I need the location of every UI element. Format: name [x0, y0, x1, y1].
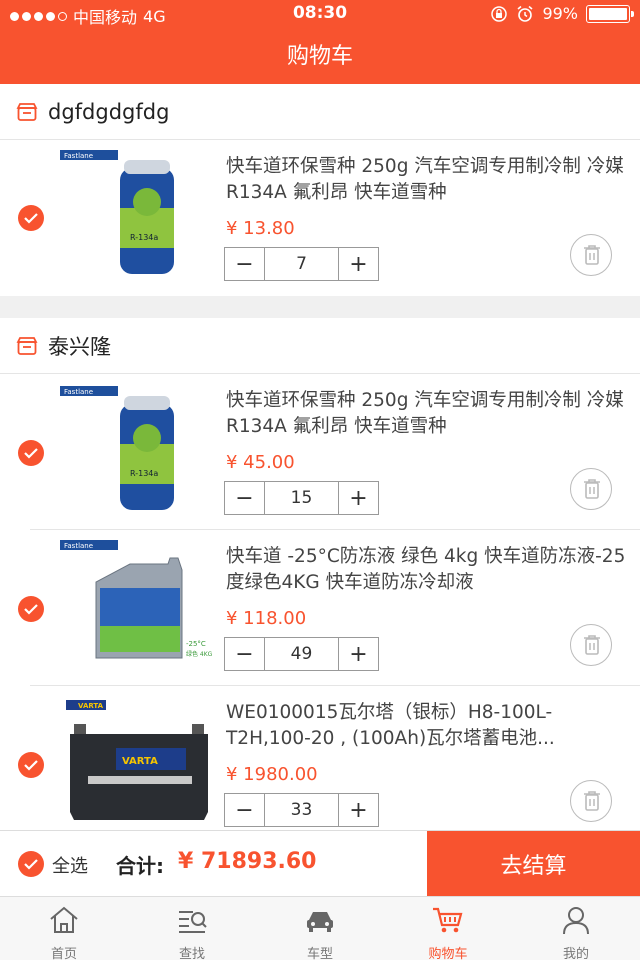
- product-price: ¥ 45.00: [226, 452, 295, 473]
- product-title[interactable]: 快车道环保雪种 250g 汽车空调专用制冷制 冷媒 R134A 氟利昂 快车道雪…: [226, 154, 626, 206]
- product-price: ¥ 118.00: [226, 608, 307, 629]
- brand-logo-text: VARTA: [78, 702, 104, 710]
- item-checkbox[interactable]: [18, 205, 44, 231]
- brand-logo-text: Fastlane: [64, 542, 93, 550]
- select-all-label[interactable]: 全选: [52, 852, 88, 878]
- decrease-button[interactable]: −: [225, 638, 264, 670]
- quantity-stepper: − 15 +: [224, 481, 379, 515]
- tab-label: 首页: [50, 947, 77, 960]
- car-icon: [307, 912, 333, 932]
- quantity-stepper: − 49 +: [224, 637, 379, 671]
- alarm-icon: [517, 5, 533, 22]
- product-title[interactable]: 快车道环保雪种 250g 汽车空调专用制冷制 冷媒 R134A 氟利昂 快车道雪…: [226, 388, 626, 440]
- tab-label: 车型: [306, 947, 333, 960]
- tab-home[interactable]: 首页: [0, 897, 128, 960]
- quantity-input[interactable]: 49: [264, 638, 339, 670]
- tab-label: 我的: [562, 947, 589, 960]
- store-header[interactable]: 泰兴隆: [0, 318, 640, 374]
- store-name: 泰兴隆: [48, 334, 111, 359]
- trash-icon: [584, 479, 600, 499]
- checkmark-icon: [24, 859, 38, 870]
- cart-item: Fastlane -25°C 绿色 4KG 快车道 -25°C防冻液 绿色 4k…: [0, 530, 640, 686]
- rotation-lock-icon: [491, 5, 508, 22]
- quantity-input[interactable]: 15: [264, 482, 339, 514]
- delete-button[interactable]: [570, 624, 612, 666]
- decrease-button[interactable]: −: [225, 794, 264, 826]
- tab-bar: 首页 查找 车型 购物车 我的: [0, 896, 640, 960]
- trash-icon: [584, 635, 600, 655]
- shop-icon: [16, 336, 38, 355]
- checkout-button[interactable]: 去结算: [427, 831, 640, 897]
- increase-button[interactable]: +: [339, 248, 378, 280]
- status-bar: 中国移动 4G 08:30 99%: [0, 0, 640, 28]
- page-title: 购物车: [286, 44, 353, 69]
- cart-item: Fastlane R-134a 快车道环保雪种 250g 汽车空调专用制冷制 冷…: [0, 140, 640, 296]
- checkmark-icon: [24, 604, 38, 615]
- product-price: ¥ 1980.00: [226, 764, 318, 785]
- product-image[interactable]: VARTA VARTA: [58, 692, 218, 840]
- item-checkbox[interactable]: [18, 440, 44, 466]
- product-label-text: 绿色 4KG: [186, 650, 213, 658]
- search-list-icon: [179, 911, 207, 933]
- total-amount: ¥ 71893.60: [178, 849, 317, 874]
- product-label-text: -25°C: [186, 640, 206, 648]
- store-section: dgfdgdgfdg Fastlane R-134a 快车道环保雪种 250g …: [0, 84, 640, 296]
- decrease-button[interactable]: −: [225, 248, 264, 280]
- shop-icon: [16, 102, 38, 121]
- store-header[interactable]: dgfdgdgfdg: [0, 84, 640, 140]
- brand-logo-text: Fastlane: [64, 388, 93, 396]
- increase-button[interactable]: +: [339, 638, 378, 670]
- cart-item: Fastlane R-134a 快车道环保雪种 250g 汽车空调专用制冷制 冷…: [0, 374, 640, 530]
- product-label-text: R-134a: [130, 469, 158, 478]
- top-bar: 中国移动 4G 08:30 99% 购物车: [0, 0, 640, 84]
- cart-item: VARTA VARTA WE0100015瓦尔塔（银标）H8-100L-T2H,…: [0, 686, 640, 842]
- product-price: ¥ 13.80: [226, 218, 295, 239]
- user-icon: [563, 907, 589, 935]
- product-image[interactable]: Fastlane R-134a: [58, 146, 218, 294]
- checkmark-icon: [24, 213, 38, 224]
- checkmark-icon: [24, 760, 38, 771]
- increase-button[interactable]: +: [339, 794, 378, 826]
- quantity-input[interactable]: 7: [264, 248, 339, 280]
- trash-icon: [584, 791, 600, 811]
- delete-button[interactable]: [570, 234, 612, 276]
- store-name: dgfdgdgfdg: [48, 99, 170, 124]
- item-checkbox[interactable]: [18, 596, 44, 622]
- brand-logo-text: Fastlane: [64, 152, 93, 160]
- tab-car-model[interactable]: 车型: [256, 897, 384, 960]
- tab-profile[interactable]: 我的: [512, 897, 640, 960]
- total-label: 合计:: [116, 854, 164, 878]
- cart-icon: [433, 907, 463, 933]
- product-title[interactable]: 快车道 -25°C防冻液 绿色 4kg 快车道防冻液-25度绿色4KG 快车道防…: [226, 544, 626, 596]
- quantity-input[interactable]: 33: [264, 794, 339, 826]
- select-all-checkbox[interactable]: [18, 851, 44, 877]
- battery-icon: [586, 4, 634, 23]
- home-icon: [50, 906, 78, 933]
- checkout-bar: 全选 合计: ¥ 71893.60 去结算: [0, 830, 640, 897]
- delete-button[interactable]: [570, 468, 612, 510]
- product-title[interactable]: WE0100015瓦尔塔（银标）H8-100L-T2H,100-20 , (10…: [226, 700, 626, 752]
- item-checkbox[interactable]: [18, 752, 44, 778]
- tab-search[interactable]: 查找: [128, 897, 256, 960]
- quantity-stepper: − 7 +: [224, 247, 379, 281]
- product-image[interactable]: Fastlane R-134a: [58, 382, 218, 530]
- product-label-text: R-134a: [130, 233, 158, 242]
- store-section: 泰兴隆 Fastlane R-134a 快车道环保雪种 250g 汽车空调专用制…: [0, 318, 640, 842]
- trash-icon: [584, 245, 600, 265]
- status-right: 99%: [490, 4, 634, 23]
- delete-button[interactable]: [570, 780, 612, 822]
- decrease-button[interactable]: −: [225, 482, 264, 514]
- quantity-stepper: − 33 +: [224, 793, 379, 827]
- tab-cart[interactable]: 购物车: [384, 897, 512, 960]
- battery-percent: 99%: [542, 4, 578, 23]
- increase-button[interactable]: +: [339, 482, 378, 514]
- battery-brand-text: VARTA: [122, 756, 158, 767]
- product-image[interactable]: Fastlane -25°C 绿色 4KG: [58, 536, 218, 684]
- checkmark-icon: [24, 448, 38, 459]
- tab-label: 购物车: [428, 947, 468, 960]
- tab-label: 查找: [178, 947, 205, 960]
